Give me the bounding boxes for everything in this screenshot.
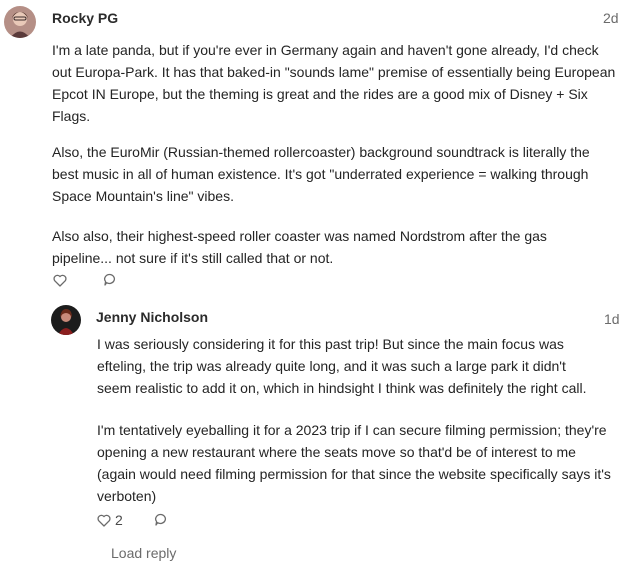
author-name[interactable]: Rocky PG	[52, 10, 118, 26]
comment-actions	[53, 273, 117, 287]
avatar[interactable]	[4, 6, 36, 38]
comment-paragraph: Also also, their highest-speed roller co…	[52, 228, 547, 266]
author-name[interactable]: Jenny Nicholson	[96, 309, 208, 325]
comment-paragraph: I'm a late panda, but if you're ever in …	[52, 42, 616, 124]
timestamp: 2d	[603, 10, 619, 26]
comment-paragraph: I was seriously considering it for this …	[97, 336, 587, 396]
comment-actions: 2	[97, 512, 168, 528]
comment-icon[interactable]	[154, 513, 168, 527]
heart-icon[interactable]	[53, 274, 67, 287]
timestamp: 1d	[604, 311, 620, 327]
comment-paragraph: Also, the EuroMir (Russian-themed roller…	[52, 144, 590, 204]
avatar[interactable]	[51, 305, 81, 335]
comment-icon[interactable]	[103, 273, 117, 287]
like-count: 2	[115, 512, 123, 528]
load-reply-link[interactable]: Load reply	[111, 545, 176, 561]
comment-paragraph: I'm tentatively eyeballing it for a 2023…	[97, 422, 611, 504]
heart-icon[interactable]	[97, 514, 111, 527]
